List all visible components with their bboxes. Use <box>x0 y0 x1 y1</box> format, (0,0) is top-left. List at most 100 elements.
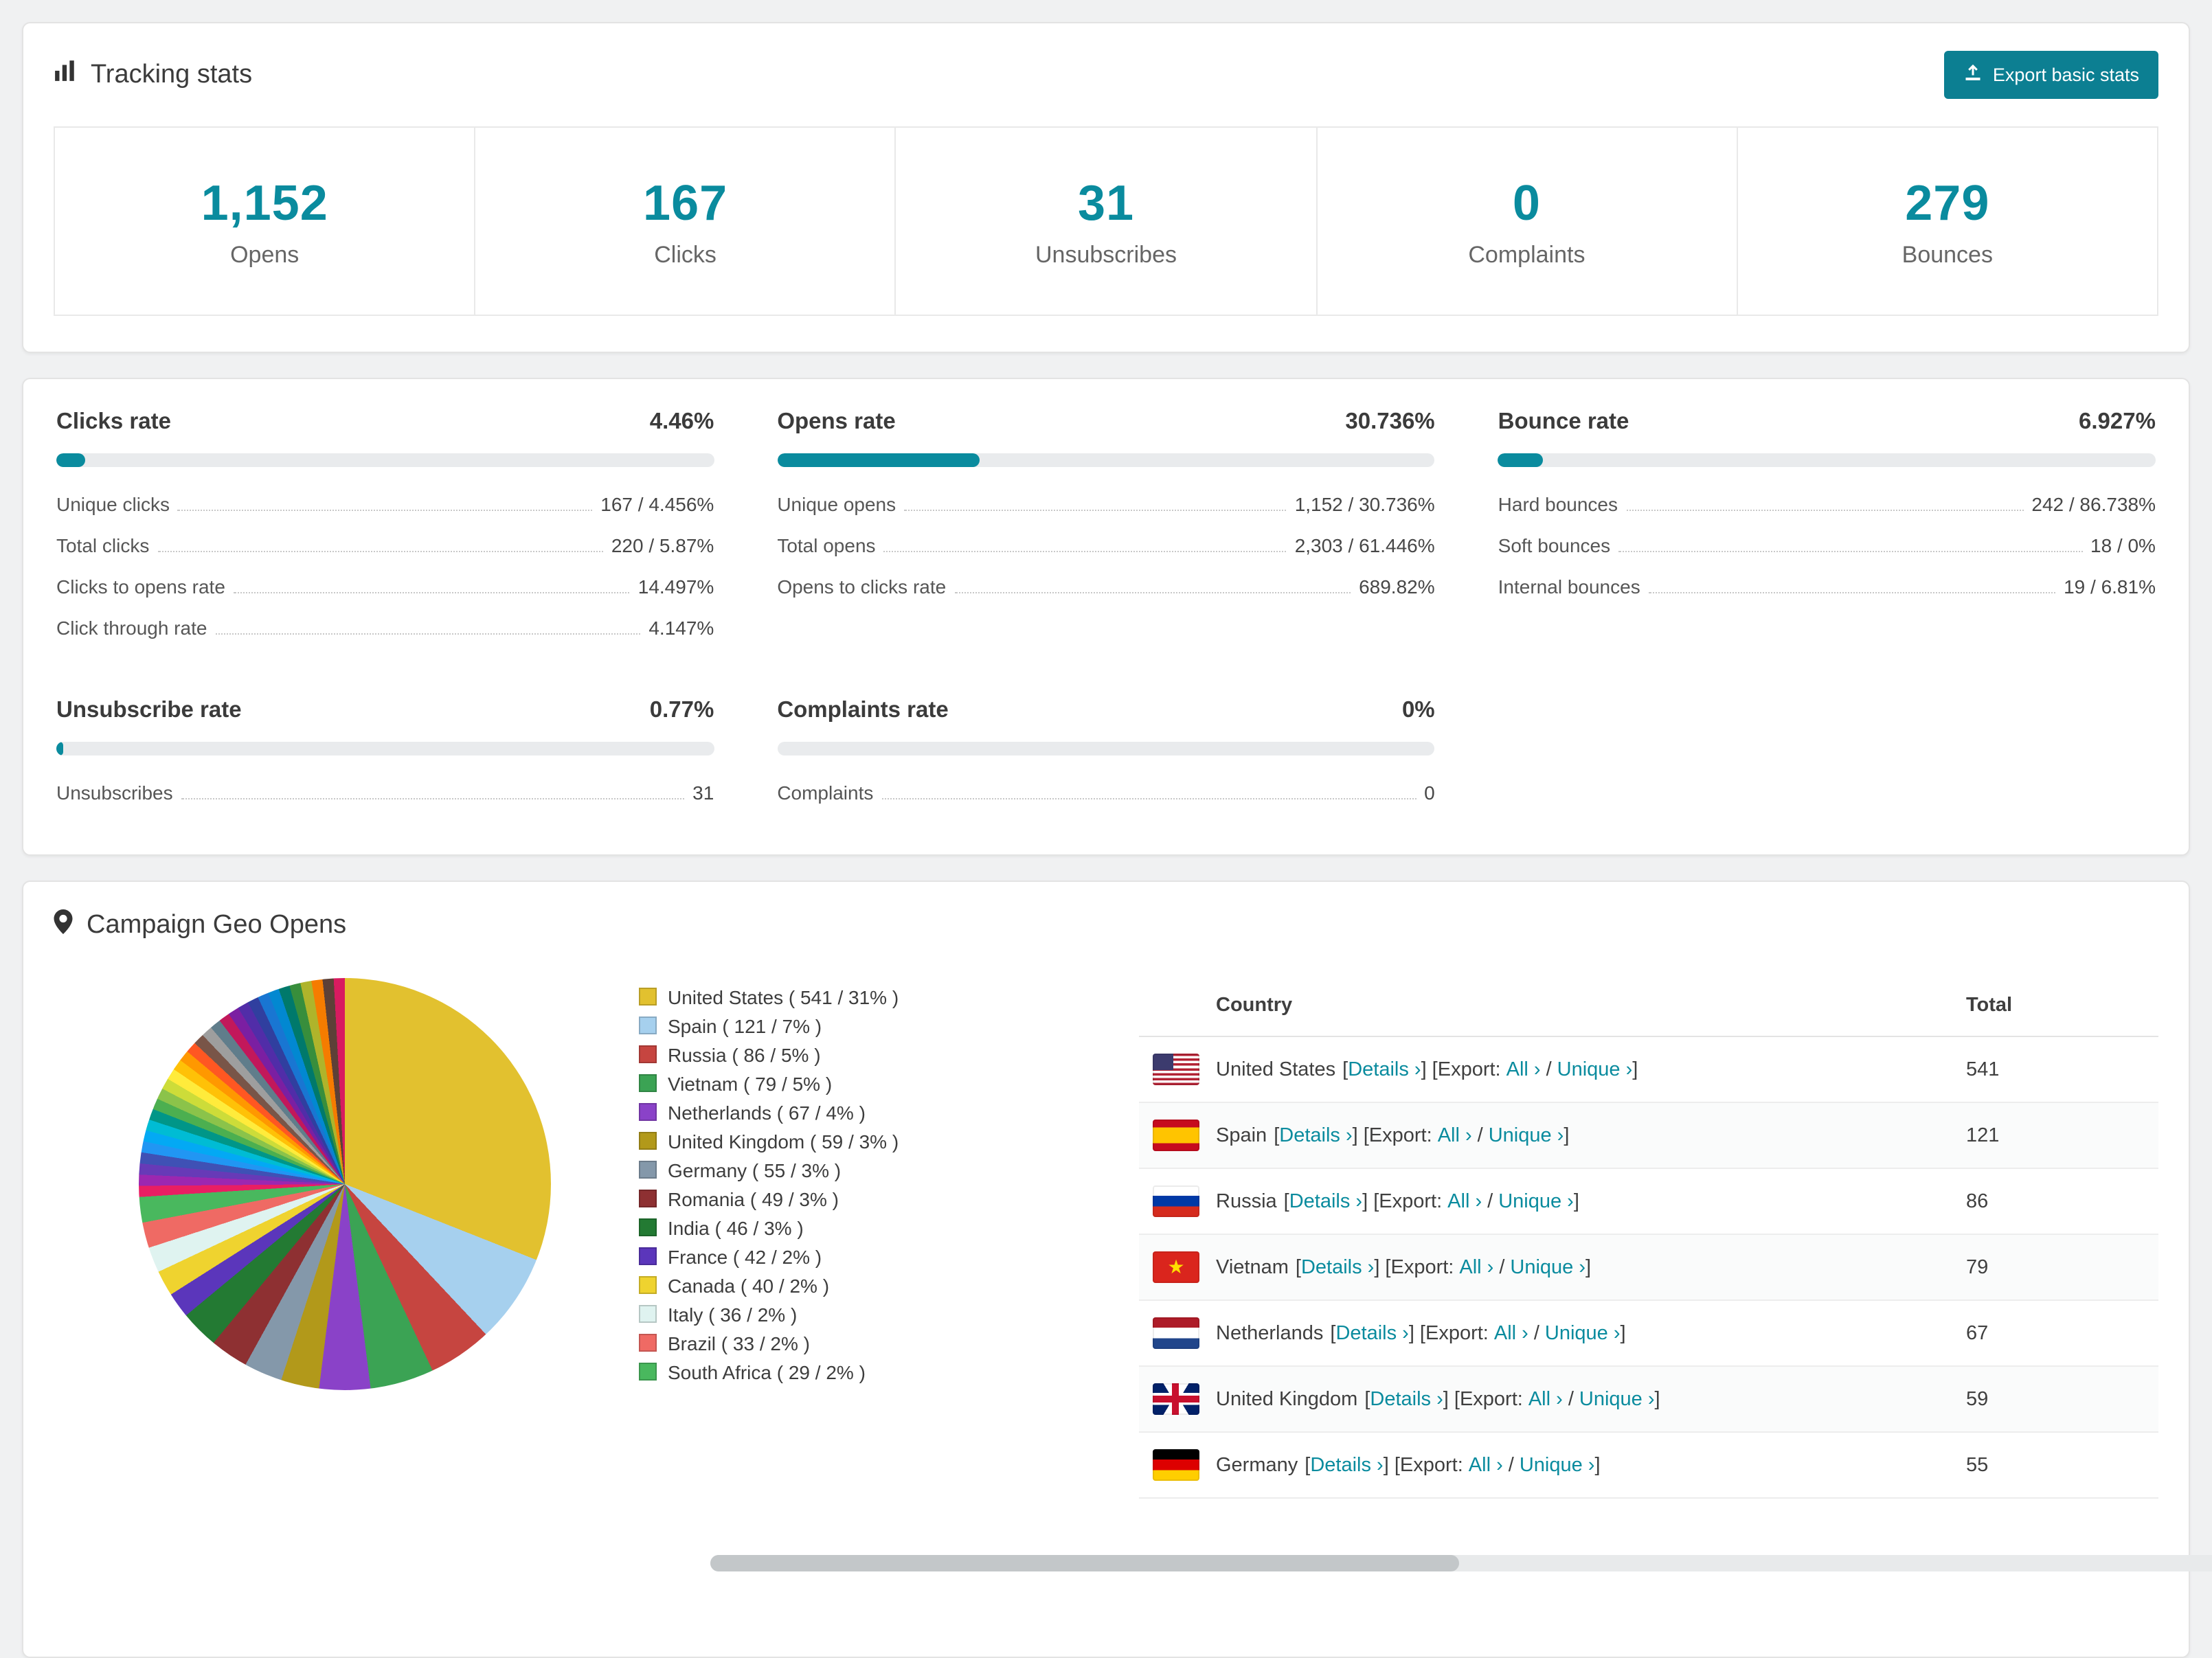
rate-row: Total opens 2,303 / 61.446% <box>777 534 1435 556</box>
geo-table-row-netherlands: Netherlands [Details ›] [Export: All › / Uni… <box>1139 1301 2158 1367</box>
opens-rate-value: 30.736% <box>1345 409 1435 434</box>
details-link[interactable]: Details › <box>1310 1454 1383 1476</box>
unsubscribe-rate-value: 0.77% <box>649 698 714 723</box>
dotted-leader <box>883 551 1287 552</box>
legend-swatch <box>639 1103 657 1121</box>
legend-swatch <box>639 1305 657 1323</box>
flag-united-kingdom-icon <box>1153 1383 1199 1415</box>
legend-item: Russia ( 86 / 5% ) <box>639 1041 899 1070</box>
legend-item: Netherlands ( 67 / 4% ) <box>639 1099 899 1128</box>
legend-item: India ( 46 / 3% ) <box>639 1214 899 1243</box>
export-unique-link[interactable]: Unique › <box>1498 1190 1574 1212</box>
bounce-rate-bar <box>1498 453 2156 467</box>
legend-swatch <box>639 988 657 1006</box>
export-unique-link[interactable]: Unique › <box>1545 1322 1621 1344</box>
clicks-label: Clicks <box>654 241 716 267</box>
rate-row: Internal bounces 19 / 6.81% <box>1498 576 2156 598</box>
stat-box-clicks: 167 Clicks <box>474 126 896 316</box>
dotted-leader <box>177 510 593 511</box>
export-unique-link[interactable]: Unique › <box>1520 1454 1595 1476</box>
dotted-leader <box>1648 592 2056 593</box>
unsubscribes-count: 31 <box>1077 174 1135 230</box>
bounce-rate-bar-fill <box>1498 453 1544 467</box>
opens-rate-title: Opens rate <box>777 409 896 434</box>
legend-swatch <box>639 1276 657 1294</box>
details-link[interactable]: Details › <box>1348 1058 1421 1080</box>
geo-table-row-spain: Spain [Details ›] [Export: All › / Unique ›]… <box>1139 1103 2158 1169</box>
rate-row: Total clicks 220 / 5.87% <box>56 534 714 556</box>
rates-card: Clicks rate 4.46% Unique clicks 167 / 4.4… <box>22 378 2190 856</box>
legend-swatch <box>639 1247 657 1265</box>
flag-spain-icon <box>1153 1120 1199 1151</box>
opens-count: 1,152 <box>201 174 328 230</box>
unsubscribe-rate-bar <box>56 742 714 756</box>
opens-label: Opens <box>230 241 300 267</box>
complaints-rate-value: 0% <box>1401 698 1435 723</box>
unsubscribe-rate-bar-fill <box>56 742 63 756</box>
geo-table-row-united-states: United States [Details ›] [Export: All › / U… <box>1139 1037 2158 1103</box>
total-value: 67 <box>1966 1322 1989 1344</box>
rate-row: Unique clicks 167 / 4.456% <box>56 493 714 515</box>
dotted-leader <box>233 592 630 593</box>
dotted-leader <box>904 510 1287 511</box>
flag-russia-icon <box>1153 1185 1199 1217</box>
export-unique-link[interactable]: Unique › <box>1557 1058 1633 1080</box>
rate-block-unsubscribe: Unsubscribe rate 0.77% Unsubscribes 31 <box>56 698 714 813</box>
tracking-stats-title: Tracking stats <box>54 59 252 91</box>
tracking-stats-card: Tracking stats Export basic stats 1,152 … <box>22 22 2190 353</box>
export-all-link[interactable]: All › <box>1469 1454 1503 1476</box>
stat-box-opens: 1,152 Opens <box>54 126 476 316</box>
rate-row: Opens to clicks rate 689.82% <box>777 576 1435 598</box>
export-all-link[interactable]: All › <box>1528 1388 1563 1410</box>
bounces-count: 279 <box>1905 174 1990 230</box>
legend-item: United States ( 541 / 31% ) <box>639 984 899 1012</box>
export-all-link[interactable]: All › <box>1447 1190 1482 1212</box>
export-all-link[interactable]: All › <box>1494 1322 1528 1344</box>
stat-boxes-row: 1,152 Opens 167 Clicks 31 Unsubscribes 0… <box>54 126 2159 316</box>
rate-block-bounce: Bounce rate 6.927% Hard bounces 242 / 86.… <box>1498 409 2156 648</box>
horizontal-scrollbar[interactable] <box>710 1555 2212 1571</box>
legend-swatch <box>639 1017 657 1034</box>
geo-pie-chart <box>139 978 551 1390</box>
legend-item: Germany ( 55 / 3% ) <box>639 1157 899 1185</box>
stat-box-bounces: 279 Bounces <box>1736 126 2159 316</box>
legend-item: Romania ( 49 / 3% ) <box>639 1185 899 1214</box>
unsubscribes-label: Unsubscribes <box>1035 241 1177 267</box>
export-all-link[interactable]: All › <box>1438 1124 1472 1146</box>
details-link[interactable]: Details › <box>1370 1388 1443 1410</box>
details-link[interactable]: Details › <box>1335 1322 1408 1344</box>
details-link[interactable]: Details › <box>1289 1190 1362 1212</box>
details-link[interactable]: Details › <box>1301 1256 1374 1278</box>
export-all-link[interactable]: All › <box>1459 1256 1493 1278</box>
rate-row: Complaints 0 <box>777 782 1435 804</box>
clicks-rate-value: 4.46% <box>649 409 714 434</box>
total-value: 59 <box>1966 1388 1989 1410</box>
details-link[interactable]: Details › <box>1279 1124 1352 1146</box>
flag-germany-icon <box>1153 1449 1199 1481</box>
scrollbar-thumb[interactable] <box>710 1555 1459 1571</box>
legend-item: Vietnam ( 79 / 5% ) <box>639 1070 899 1099</box>
export-all-link[interactable]: All › <box>1506 1058 1541 1080</box>
rate-row: Soft bounces 18 / 0% <box>1498 534 2156 556</box>
rate-block-opens: Opens rate 30.736% Unique opens 1,152 / 3… <box>777 409 1435 648</box>
geo-table-row-vietnam: Vietnam[Details ›] [Export:All ›/Unique … <box>1139 1235 2158 1301</box>
rate-block-complaints: Complaints rate 0% Complaints 0 <box>777 698 1435 813</box>
total-value: 121 <box>1966 1124 2000 1146</box>
export-unique-link[interactable]: Unique › <box>1579 1388 1655 1410</box>
export-basic-stats-button[interactable]: Export basic stats <box>1944 51 2158 99</box>
legend-item: Brazil ( 33 / 2% ) <box>639 1330 899 1359</box>
bounce-rate-value: 6.927% <box>2079 409 2156 434</box>
opens-rate-bar <box>777 453 1435 467</box>
rate-row: Clicks to opens rate 14.497% <box>56 576 714 598</box>
export-unique-link[interactable]: Unique › <box>1510 1256 1585 1278</box>
complaints-count: 0 <box>1512 174 1541 230</box>
bounce-rate-title: Bounce rate <box>1498 409 1629 434</box>
rate-row: Hard bounces 242 / 86.738% <box>1498 493 2156 515</box>
flag-united-states-icon <box>1153 1054 1199 1085</box>
geo-table-header: Country Total <box>1139 978 2158 1037</box>
country-column-header: Country <box>1216 995 1293 1017</box>
total-value: 541 <box>1966 1058 2000 1080</box>
export-unique-link[interactable]: Unique › <box>1489 1124 1564 1146</box>
bounces-label: Bounces <box>1901 241 1993 267</box>
geo-pie-legend: United States ( 541 / 31% ) Spain ( 121 … <box>639 984 899 1387</box>
